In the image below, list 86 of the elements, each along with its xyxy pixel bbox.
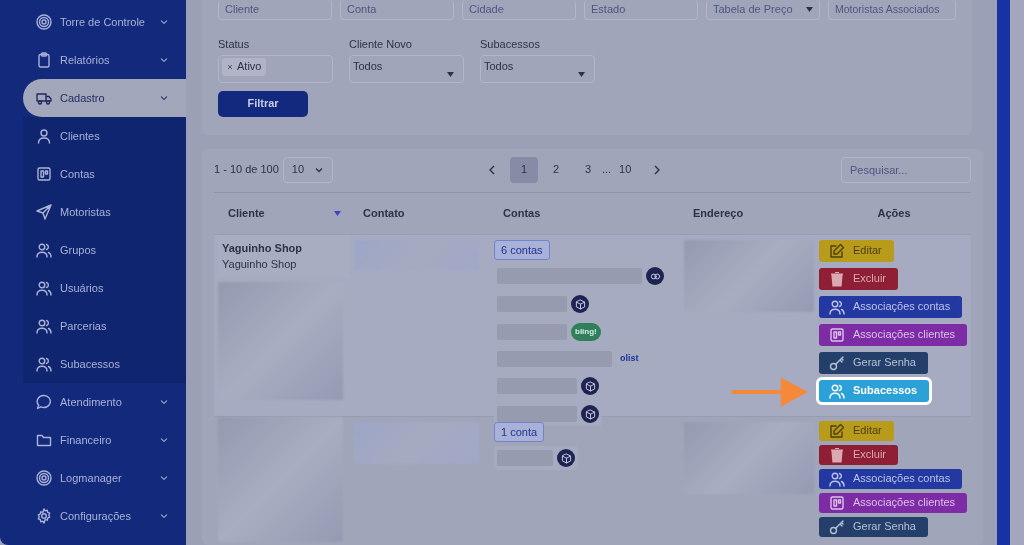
sidebar-subitem[interactable]: Usuários [23,269,186,307]
action-button[interactable]: Gerar Senha [819,516,928,537]
rings-logo-icon [646,267,664,285]
clipboard-icon [36,52,52,68]
sidebar-item[interactable]: Cadastro [23,79,186,117]
edit-icon [829,422,845,439]
filter-label: Subacessos [480,37,541,52]
sidebar-subitem[interactable]: Grupos [23,231,186,269]
dropdown-caret-icon [578,71,585,77]
column-header: Cliente [228,205,265,221]
truck-icon [36,90,52,106]
filter-label: Status [218,37,251,52]
key-icon [829,518,845,535]
key-icon [829,354,845,371]
people-icon [36,242,52,258]
column-header: Ações [877,205,911,221]
target-icon [36,470,52,486]
column-header: Contato [363,205,405,221]
board-icon [36,166,52,182]
people-icon [829,298,845,315]
status-tag[interactable]: Ativo [222,57,267,76]
page-size-select[interactable]: 10 [282,156,333,183]
integration-logo: bling! [571,323,601,341]
column-header: Contas [503,205,541,221]
settings-icon [36,508,52,524]
sidebar-subitem[interactable]: Clientes [23,117,186,155]
results-range: 1 - 10 de 100 [214,162,279,178]
sidebar-item[interactable]: Relatórios [0,41,186,79]
sidebar-subitem[interactable]: Parcerias [23,307,186,345]
action-button[interactable]: Associações clientes [819,492,968,513]
sidebar-subitem[interactable]: Motoristas [23,193,186,231]
box-logo-icon [571,295,589,313]
client-trade-name: Yaguinho Shop [222,257,298,272]
action-button[interactable]: Associações contas [819,295,963,318]
box-logo-icon [581,405,599,423]
box-logo-icon [581,377,599,395]
page-button[interactable]: 2 [542,156,570,183]
people-icon [36,280,52,296]
filter-button[interactable]: Filtrar [218,90,308,117]
page-button[interactable]: 3 [574,156,602,183]
sidebar-item[interactable]: Logmanager [0,459,186,497]
action-button[interactable]: Excluir [819,444,898,465]
sidebar-item[interactable]: Configurações [0,497,186,535]
action-button[interactable]: Excluir [819,267,898,290]
search-field[interactable]: Pesquisar... [841,156,971,183]
sidebar-item[interactable]: Torre de Controle [0,3,186,41]
sidebar-subitem[interactable]: Contas [23,155,186,193]
chat-bubble-icon [36,394,52,410]
action-button[interactable]: Gerar Senha [819,351,928,374]
select-field[interactable]: Ativo [218,54,333,83]
sidebar-item[interactable]: Financeiro [0,421,186,459]
action-button[interactable]: Associações contas [819,468,963,489]
client-name: Yaguinho Shop [222,240,304,256]
people-icon [829,470,845,487]
trash-icon [829,270,845,287]
box-logo-icon [557,449,575,467]
page-button[interactable]: 10 [611,156,640,183]
person-icon [36,128,52,144]
people-icon [829,382,845,399]
people-icon [36,318,52,334]
trash-icon [829,446,845,463]
dropdown-caret-icon [447,71,454,77]
accounts-count-badge: 1 conta [494,421,545,442]
paper-plane-icon [36,204,52,220]
action-button[interactable]: Subacessos [819,379,930,402]
people-icon [36,356,52,372]
select-field[interactable]: Todos [480,54,595,83]
action-button[interactable]: Associações clientes [819,323,968,346]
board-icon [829,494,845,511]
board-icon [829,326,845,343]
dropdown-caret-icon [806,7,813,12]
accounts-count-badge: 6 contas [494,239,550,260]
sidebar-item[interactable]: Atendimento [0,383,186,421]
filter-label: Cliente Novo [349,37,413,52]
folder-icon [36,432,52,448]
edit-icon [829,242,845,259]
column-header: Endereço [693,205,744,221]
action-button[interactable]: Editar [819,239,894,262]
pagination-ellipsis: ... [602,162,612,178]
sidebar-subitem[interactable]: Subacessos [23,345,186,383]
integration-logo: olist [619,352,640,366]
select-field[interactable]: Todos [349,54,464,83]
sort-icon[interactable] [334,210,341,216]
action-button[interactable]: Editar [819,420,894,441]
target-icon [36,14,52,30]
page-button[interactable]: 1 [510,156,538,183]
